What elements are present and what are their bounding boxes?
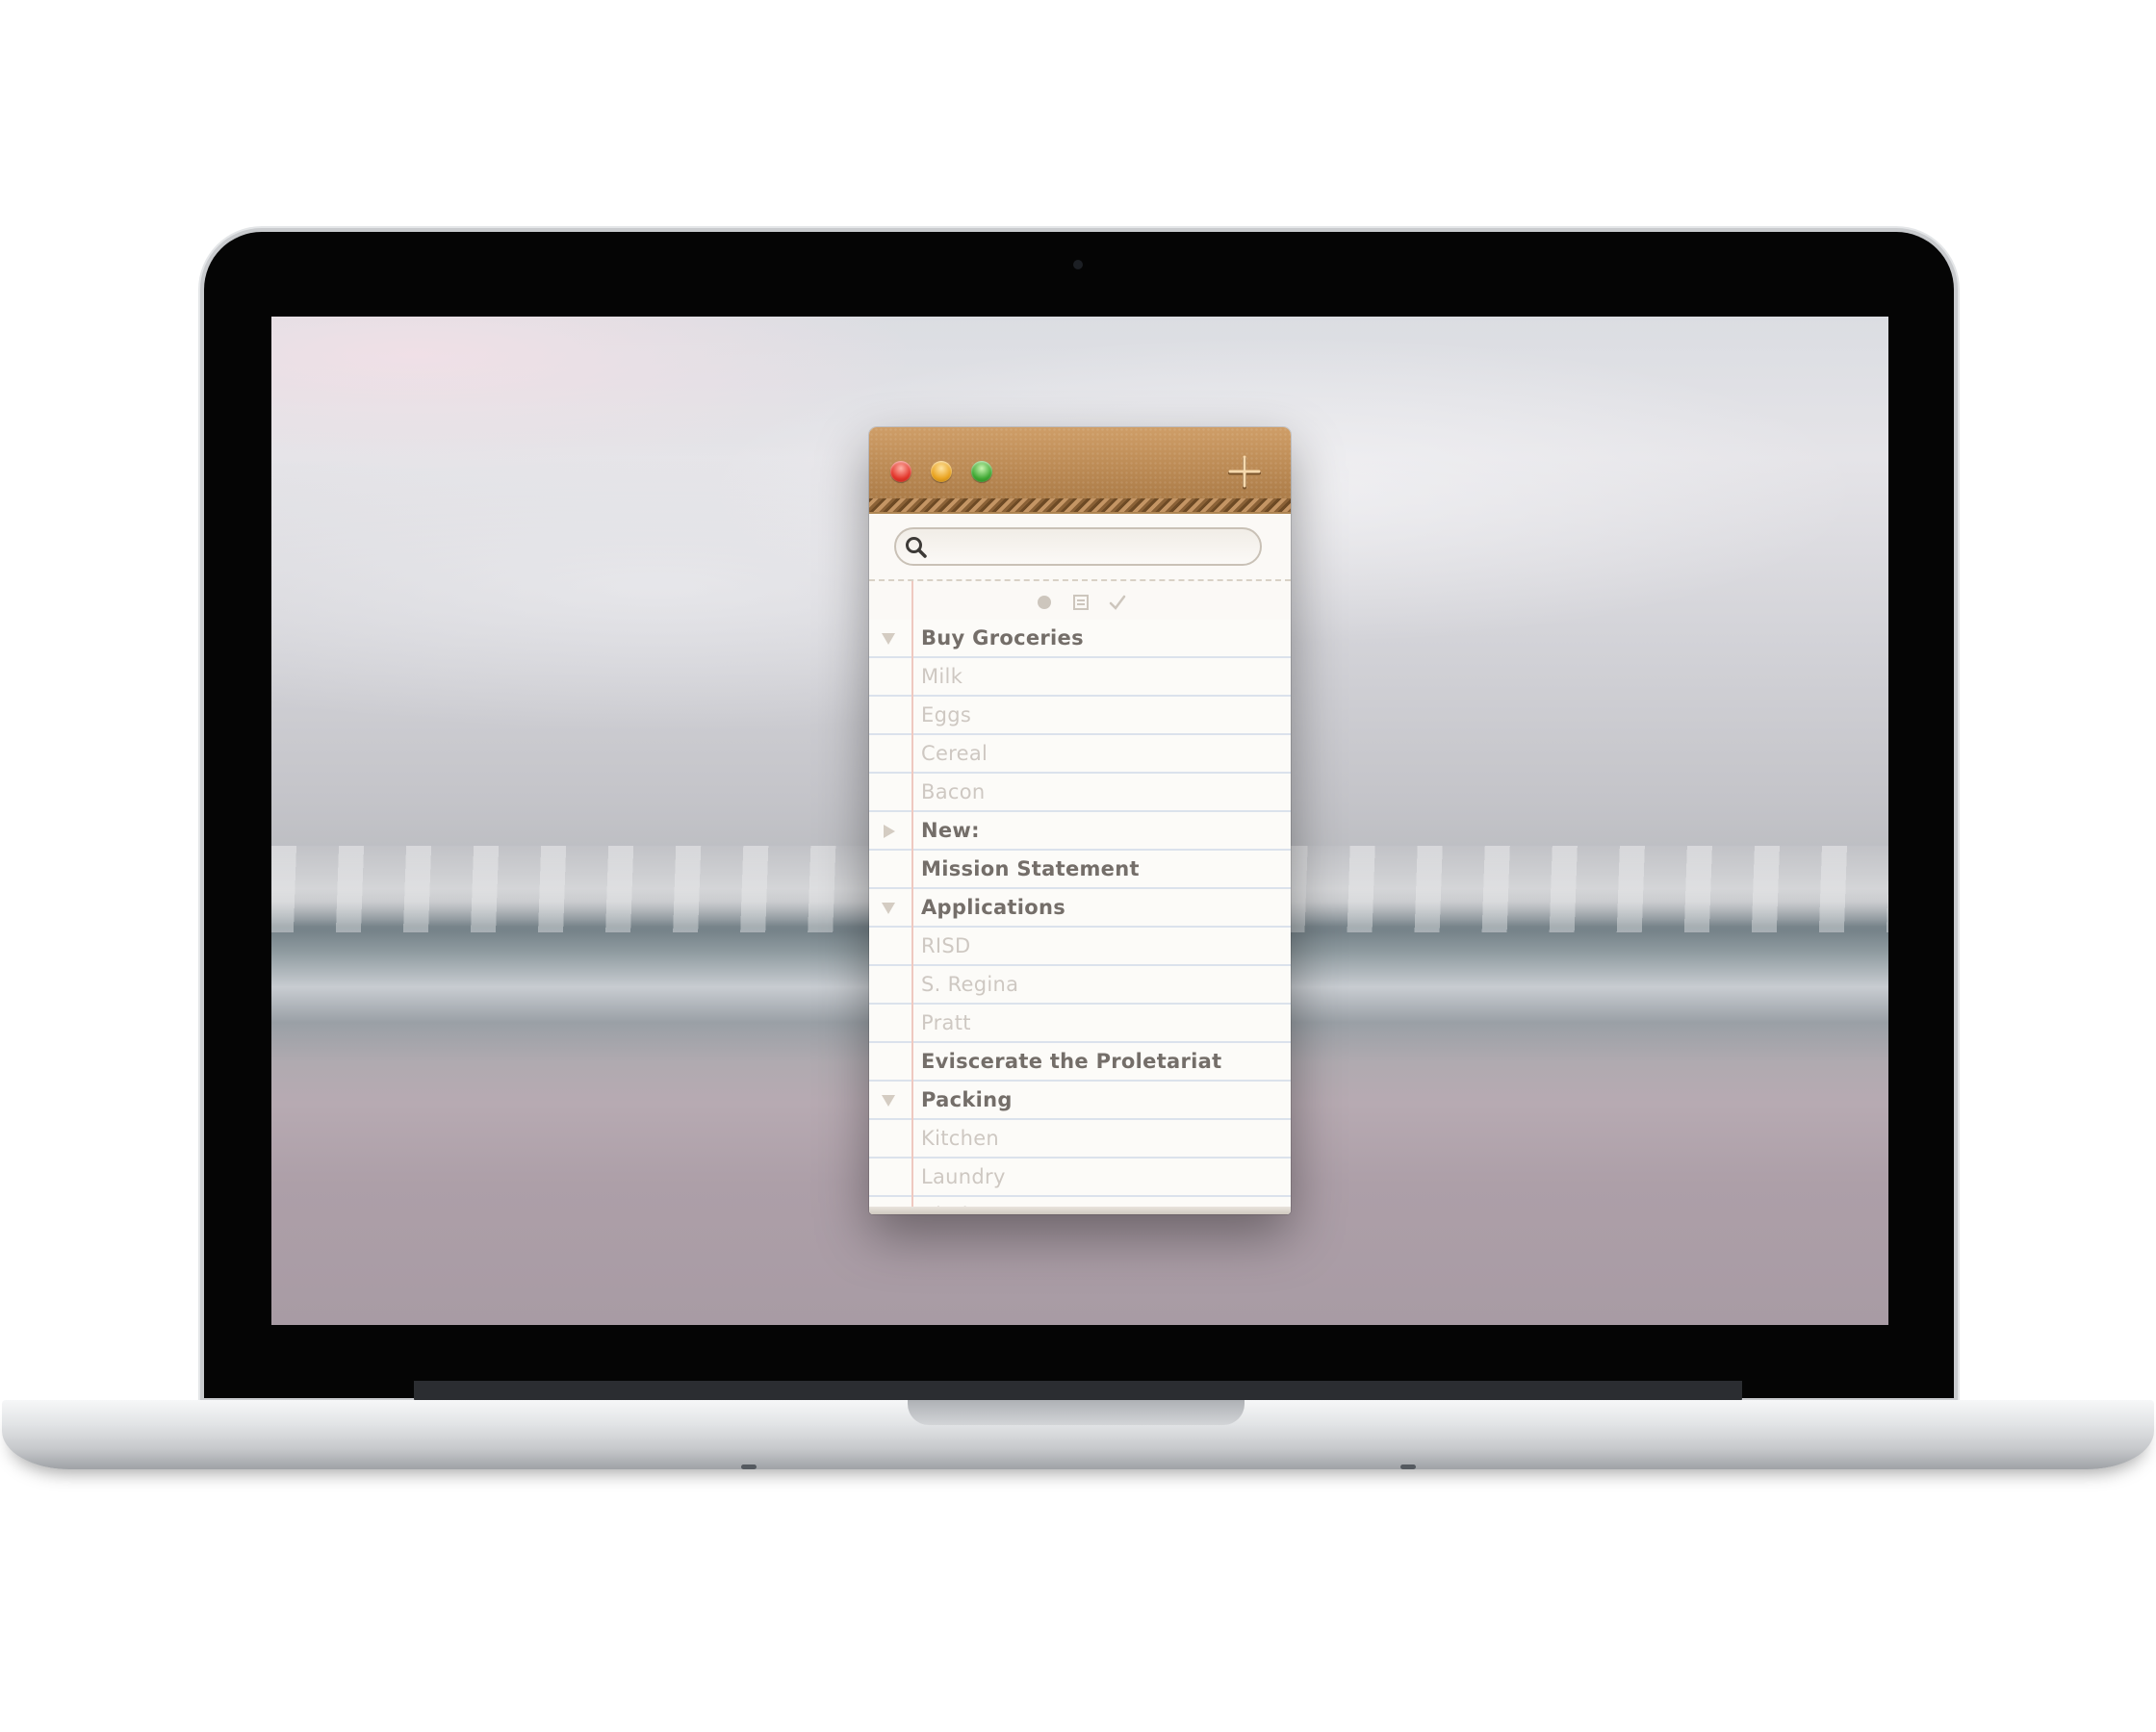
task-label: New:	[921, 819, 980, 842]
task-label: RISD	[921, 934, 971, 957]
disclosure-expanded-icon[interactable]	[879, 1091, 898, 1110]
task-label: Mission Statement	[921, 857, 1140, 880]
stitched-edge	[869, 498, 1291, 514]
paper-margin-line	[911, 581, 913, 1214]
laptop-foot	[741, 1465, 757, 1469]
task-label: Cereal	[921, 742, 988, 765]
task-label: Kitchen	[921, 1127, 1000, 1150]
task-label: S. Regina	[921, 973, 1019, 996]
app-window: Buy Groceries Milk Eggs Cereal Bacon New: Miss…	[869, 427, 1291, 1214]
task-group-row[interactable]: Applications	[869, 889, 1291, 928]
minimize-button[interactable]	[931, 461, 952, 482]
task-row[interactable]: Milk	[869, 658, 1291, 697]
task-row[interactable]: Pratt	[869, 1005, 1291, 1043]
task-label: Milk	[921, 665, 963, 688]
task-row[interactable]: Laundry	[869, 1159, 1291, 1197]
task-group-row[interactable]: New:	[869, 812, 1291, 851]
task-label: Laundry	[921, 1165, 1006, 1188]
task-group-row[interactable]: Buy Groceries	[869, 620, 1291, 658]
task-label: Applications	[921, 896, 1066, 919]
task-label: Buy Groceries	[921, 626, 1084, 650]
task-group-row[interactable]: Packing	[869, 1082, 1291, 1120]
search-input[interactable]	[938, 535, 1250, 560]
close-button[interactable]	[890, 461, 911, 482]
task-row[interactable]: Cereal	[869, 735, 1291, 774]
task-list: Buy Groceries Milk Eggs Cereal Bacon New: Miss…	[869, 620, 1291, 1214]
camera-icon	[1073, 260, 1083, 269]
disclosure-expanded-icon[interactable]	[879, 899, 898, 918]
zoom-button[interactable]	[971, 461, 992, 482]
search-field[interactable]	[894, 527, 1262, 566]
dot-icon[interactable]	[1033, 591, 1056, 614]
task-group-row[interactable]: Mission Statement	[869, 851, 1291, 889]
add-task-button[interactable]	[1225, 452, 1264, 491]
task-row[interactable]: Kitchen	[869, 1120, 1291, 1159]
task-row[interactable]: Bacon	[869, 774, 1291, 812]
search-icon	[906, 537, 927, 558]
disclosure-expanded-icon[interactable]	[879, 629, 898, 649]
task-row[interactable]: S. Regina	[869, 966, 1291, 1005]
task-label: Bacon	[921, 780, 986, 803]
window-bottom-edge	[869, 1207, 1291, 1214]
laptop-foot	[1400, 1465, 1416, 1469]
disclosure-collapsed-icon[interactable]	[879, 822, 898, 841]
leather-titlebar[interactable]	[869, 427, 1291, 504]
task-row[interactable]: Eggs	[869, 697, 1291, 735]
toolbar-divider	[869, 579, 1291, 581]
task-group-row[interactable]: Eviscerate the Proletariat	[869, 1043, 1291, 1082]
check-icon[interactable]	[1106, 591, 1129, 614]
task-label: Pratt	[921, 1011, 971, 1034]
laptop-lid-notch	[908, 1400, 1245, 1425]
task-row[interactable]: RISD	[869, 928, 1291, 966]
list-icon[interactable]	[1069, 591, 1092, 614]
task-label: Eviscerate the Proletariat	[921, 1050, 1222, 1073]
task-label: Eggs	[921, 703, 972, 726]
task-label: Packing	[921, 1088, 1013, 1111]
